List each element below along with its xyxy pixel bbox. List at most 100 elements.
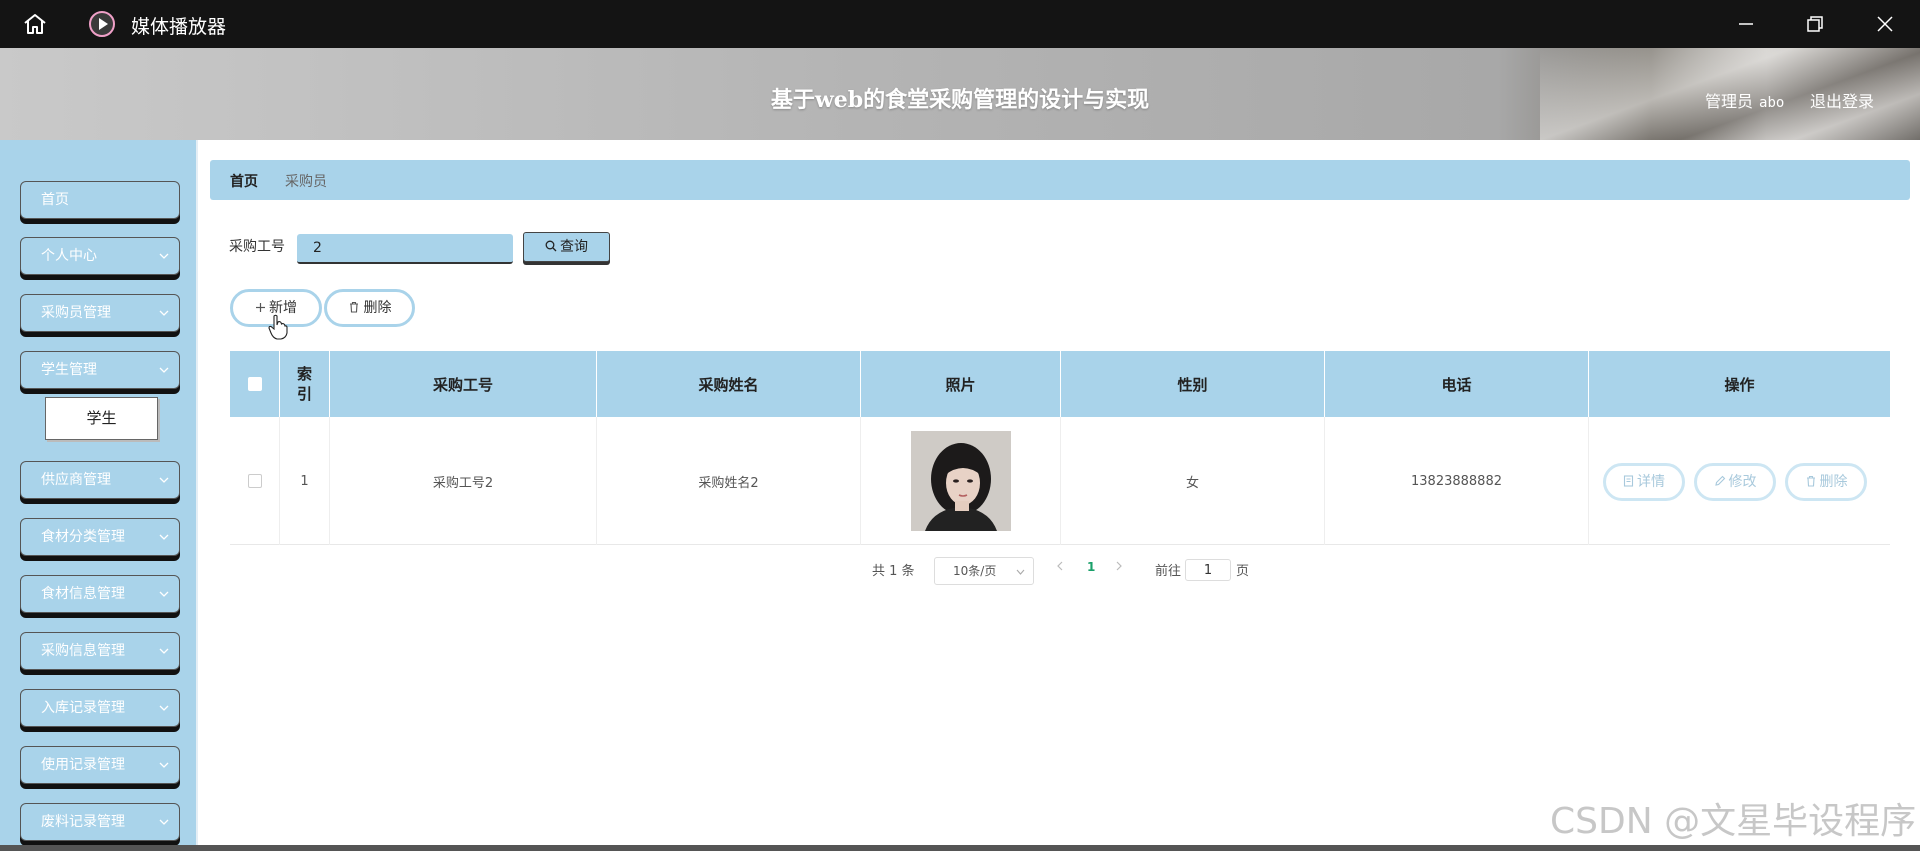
window-titlebar: 媒体播放器: [0, 0, 1920, 48]
sidebar-subitem-student[interactable]: 学生: [45, 397, 158, 440]
trash-icon: [1806, 475, 1815, 487]
sidebar-item-ingredient-category[interactable]: 食材分类管理: [20, 518, 180, 556]
row-gender: 女: [1061, 417, 1325, 545]
sidebar-item-home[interactable]: 首页: [20, 181, 180, 219]
delete-button[interactable]: 删除: [1785, 463, 1867, 501]
row-purchaser-id: 采购工号2: [330, 417, 597, 545]
restore-icon[interactable]: [1803, 12, 1827, 36]
goto-page-input[interactable]: [1185, 559, 1231, 581]
detail-button[interactable]: 详情: [1603, 463, 1685, 501]
search-button[interactable]: 查询: [523, 232, 610, 262]
document-icon: [1623, 475, 1634, 487]
row-checkbox[interactable]: [247, 474, 262, 488]
chevron-down-icon: [159, 705, 169, 711]
detail-button-label: 详情: [1637, 474, 1665, 490]
search-label: 采购工号: [229, 239, 285, 255]
pagination-total: 共 1 条: [872, 564, 915, 579]
plus-icon: [256, 303, 265, 312]
sidebar-item-label: 使用记录管理: [41, 757, 125, 773]
column-header-photo: 照片: [861, 351, 1061, 417]
edit-button[interactable]: 修改: [1694, 463, 1776, 501]
page-size-value: 10条/页: [953, 564, 997, 578]
column-header-phone: 电话: [1325, 351, 1589, 417]
next-page-button[interactable]: [1115, 560, 1123, 575]
hand-cursor-icon: [268, 314, 288, 340]
sidebar-item-label: 采购员管理: [41, 305, 111, 321]
select-all-cell: [230, 351, 280, 417]
column-header-purchaser-id: 采购工号: [330, 351, 597, 417]
batch-delete-button-label: 删除: [363, 300, 392, 316]
goto-label: 前往: [1155, 564, 1182, 579]
minimize-icon[interactable]: [1734, 12, 1758, 36]
sidebar-item-waste-records[interactable]: 废料记录管理: [20, 803, 180, 841]
search-input[interactable]: [297, 234, 513, 264]
sidebar-item-purchaser-management[interactable]: 采购员管理: [20, 294, 180, 332]
bottom-bar: [0, 845, 1920, 851]
home-icon[interactable]: [22, 12, 48, 36]
breadcrumb-current: 采购员: [285, 174, 327, 190]
select-all-checkbox[interactable]: [247, 377, 262, 391]
window-title: 媒体播放器: [131, 16, 227, 38]
chevron-down-icon: [159, 253, 169, 259]
row-operations-cell: 详情 修改 删除: [1589, 417, 1890, 545]
chevron-down-icon: [159, 310, 169, 316]
chevron-right-icon: [1116, 561, 1122, 571]
chevron-down-icon: [159, 648, 169, 654]
page-suffix: 页: [1236, 564, 1250, 579]
trash-icon: [349, 301, 358, 313]
search-button-label: 查询: [560, 239, 588, 255]
sidebar-item-supplier-management[interactable]: 供应商管理: [20, 461, 180, 499]
sidebar-item-usage-records[interactable]: 使用记录管理: [20, 746, 180, 784]
sidebar-item-label: 废料记录管理: [41, 814, 125, 830]
chevron-down-icon: [159, 762, 169, 768]
chevron-down-icon: [159, 477, 169, 483]
chevron-down-icon: [159, 591, 169, 597]
column-header-purchaser-name: 采购姓名: [597, 351, 861, 417]
row-index: 1: [280, 417, 330, 545]
chevron-down-icon: [159, 534, 169, 540]
row-select-cell: [230, 417, 280, 545]
chevron-down-icon: [159, 367, 169, 373]
page-size-select[interactable]: 10条/页: [934, 557, 1034, 585]
watermark: CSDN @文星毕设程序: [1550, 801, 1917, 842]
page-title: 基于web的食堂采购管理的设计与实现: [770, 87, 1150, 113]
chevron-left-icon: [1057, 561, 1063, 571]
logout-link[interactable]: 退出登录: [1810, 88, 1874, 112]
user-role: 管理员: [1705, 92, 1754, 111]
sidebar-item-purchase-info[interactable]: 采购信息管理: [20, 632, 180, 670]
column-header-index: 索引: [280, 351, 330, 417]
breadcrumb: 首页 采购员: [210, 160, 1910, 200]
row-purchaser-name: 采购姓名2: [597, 417, 861, 545]
portrait-image: [910, 431, 1011, 531]
app-header: 基于web的食堂采购管理的设计与实现 管理员 abo 退出登录: [0, 48, 1920, 140]
prev-page-button[interactable]: [1056, 560, 1064, 575]
batch-delete-button[interactable]: 删除: [324, 289, 415, 327]
chevron-down-icon: [159, 819, 169, 825]
row-photo-cell: [861, 417, 1061, 545]
sidebar-item-label: 个人中心: [41, 248, 97, 264]
sidebar-item-label: 首页: [41, 192, 69, 208]
page-number-current[interactable]: 1: [1087, 560, 1095, 574]
edit-button-label: 修改: [1728, 474, 1757, 490]
column-header-gender: 性别: [1061, 351, 1325, 417]
breadcrumb-home[interactable]: 首页: [230, 171, 258, 191]
sidebar-item-label: 入库记录管理: [41, 700, 125, 716]
sidebar-item-label: 学生管理: [41, 362, 97, 378]
sidebar-item-student-management[interactable]: 学生管理: [20, 351, 180, 389]
sidebar-item-label: 采购信息管理: [41, 643, 125, 659]
table-row: 1 采购工号2 采购姓名2 女 13823888882 详情 修改 删除: [230, 417, 1890, 545]
search-icon: [545, 240, 557, 252]
edit-icon: [1714, 475, 1725, 486]
sidebar-item-label: 食材信息管理: [41, 586, 125, 602]
sidebar-divider: [196, 140, 198, 851]
sidebar-item-label: 供应商管理: [41, 472, 111, 488]
sidebar-item-personal-center[interactable]: 个人中心: [20, 237, 180, 275]
user-info: 管理员 abo: [1705, 88, 1784, 112]
sidebar-item-warehouse-records[interactable]: 入库记录管理: [20, 689, 180, 727]
column-header-operations: 操作: [1724, 375, 1755, 394]
media-player-icon: [89, 11, 115, 37]
sidebar-item-label: 食材分类管理: [41, 529, 125, 545]
username: abo: [1759, 95, 1785, 111]
purchaser-photo[interactable]: [910, 431, 1011, 531]
close-icon[interactable]: [1873, 12, 1897, 36]
